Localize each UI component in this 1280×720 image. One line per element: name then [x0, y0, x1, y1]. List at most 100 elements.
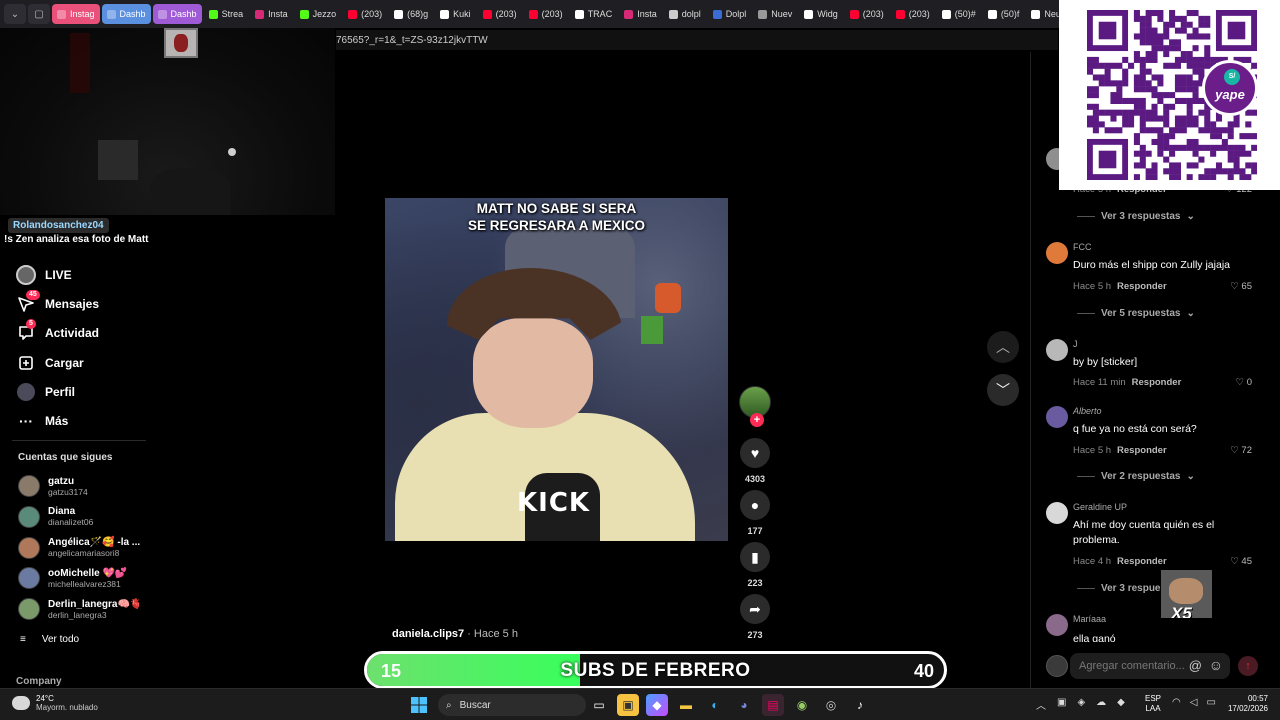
browser-tab[interactable]: (203)	[845, 4, 889, 24]
commenter-name[interactable]: Maríaaa	[1073, 614, 1106, 624]
reply-button[interactable]: Responder	[1117, 445, 1167, 456]
tab-search-button[interactable]: ⌄	[4, 4, 26, 24]
system-clock[interactable]: 00:57 17/02/2026	[1222, 694, 1268, 714]
browser-tab[interactable]: Strea	[204, 4, 249, 24]
game-icon[interactable]: ◉	[791, 694, 813, 716]
browser-tab[interactable]: (203)	[524, 4, 568, 24]
start-button[interactable]	[408, 694, 430, 716]
save-button[interactable]: ▮ 223	[738, 542, 772, 588]
video-player[interactable]: KICK MATT NO SABE SI SERA SE REGRESARA A…	[385, 198, 728, 541]
browser-tab[interactable]: Kuki	[435, 4, 476, 24]
video-author[interactable]: daniela.clips7 · Hace 5 h	[392, 628, 518, 640]
following-item[interactable]: Diana dianalizet06	[18, 505, 168, 528]
view-replies-button[interactable]: Ver 3 respuestas ⌄	[1077, 211, 1195, 222]
browser-tab[interactable]: Insta	[250, 4, 293, 24]
task-view-icon[interactable]: ▭	[588, 694, 610, 716]
previous-video-button[interactable]: ︿	[987, 331, 1019, 363]
browser-tab[interactable]: Widg	[799, 4, 843, 24]
browser-tab[interactable]: Instag	[52, 4, 100, 24]
reply-button[interactable]: Responder	[1132, 377, 1182, 388]
comment-like[interactable]: ♡ 45	[1230, 556, 1252, 567]
obs-icon[interactable]: ◎	[820, 694, 842, 716]
sidebar-item-cargar[interactable]: Cargar	[16, 348, 176, 377]
sidebar-item-mas[interactable]: ··· Más	[16, 406, 176, 435]
see-all-link[interactable]: ≡ Ver todo	[20, 634, 79, 645]
browser-tab[interactable]: dolpl	[664, 4, 706, 24]
share-button[interactable]: ➦ 273	[738, 594, 772, 640]
chevron-up-icon[interactable]: ︿	[1036, 697, 1046, 712]
commenter-name[interactable]: J	[1073, 339, 1078, 349]
browser-tab[interactable]: Jezzo	[295, 4, 342, 24]
edge-icon[interactable]: ◐	[704, 694, 726, 716]
sidebar-item-live[interactable]: LIVE	[16, 260, 176, 289]
arrow-up-icon: ↑	[1245, 660, 1251, 672]
comment-count: 177	[747, 526, 763, 536]
send-comment-button[interactable]: ↑	[1238, 656, 1258, 676]
browser-tab[interactable]: (203)	[343, 4, 387, 24]
yape-logo: S/ yape	[1202, 60, 1258, 116]
commenter-avatar[interactable]	[1046, 242, 1068, 264]
address-bar[interactable]: 76565?_r=1&_t=ZS-93z12jkvTTW	[336, 30, 1058, 50]
mention-icon[interactable]: @	[1189, 658, 1202, 673]
following-item[interactable]: Derlin_lanegra🧠🫀 derlin_lanegra3	[18, 598, 168, 621]
next-video-button[interactable]: ﹀	[987, 374, 1019, 406]
browser-tab[interactable]: Dashb	[101, 4, 151, 24]
commenter-avatar[interactable]	[1046, 406, 1068, 428]
following-handle: gatzu3174	[48, 486, 88, 497]
following-item[interactable]: gatzu gatzu3174	[18, 475, 168, 497]
app-tray-icon[interactable]: ▣	[1057, 697, 1066, 712]
comment-time: Hace 4 h	[1073, 556, 1112, 567]
browser-tab[interactable]: (203)	[478, 4, 522, 24]
browser-tab[interactable]: (50)#	[937, 4, 981, 24]
taskbar-search[interactable]: ⌕ Buscar	[438, 694, 586, 716]
reply-button[interactable]: Responder	[1117, 556, 1167, 567]
folder-icon[interactable]: ▬	[675, 694, 697, 716]
browser-tab[interactable]: (68)g	[389, 4, 433, 24]
browser-tab[interactable]: TRAC	[570, 4, 618, 24]
company-link[interactable]: Company	[16, 676, 62, 687]
comment-input[interactable]: Agregar comentario... @ ☺	[1070, 653, 1230, 679]
view-replies-button[interactable]: Ver 5 respuestas ⌄	[1077, 308, 1195, 319]
tray-icon[interactable]: ◆	[1117, 697, 1125, 712]
commenter-name[interactable]: FCC	[1073, 242, 1092, 252]
creator-avatar[interactable]: +	[739, 386, 771, 427]
browser-tab[interactable]: (203)	[891, 4, 935, 24]
commenter-name[interactable]: Alberto	[1073, 406, 1102, 416]
browser-tab[interactable]: Insta	[619, 4, 662, 24]
commenter-avatar[interactable]	[1046, 339, 1068, 361]
live-avatar-icon	[16, 264, 36, 285]
browser-tab[interactable]: (50)f	[983, 4, 1025, 24]
comment-like[interactable]: ♡ 0	[1236, 377, 1252, 388]
following-item[interactable]: ooMichelle 💖💕 michellealvarez381	[18, 567, 168, 590]
reply-button[interactable]: Responder	[1117, 281, 1167, 292]
browser-tab[interactable]: Nuev	[753, 4, 797, 24]
discord-icon[interactable]: ◕	[733, 694, 755, 716]
tiktok-icon[interactable]: ♪	[849, 694, 871, 716]
like-button[interactable]: ♥ 4303	[738, 438, 772, 484]
tab-label: Strea	[221, 9, 244, 19]
browser-tab[interactable]: Dolpl	[708, 4, 752, 24]
sidebar-item-actividad[interactable]: 5 Actividad	[16, 319, 176, 348]
sidebar-item-perfil[interactable]: Perfil	[16, 377, 176, 406]
quick-settings[interactable]: ◠ ◁ ▭	[1172, 697, 1216, 708]
comment-button[interactable]: ● 177	[738, 490, 772, 536]
app-tray-icon[interactable]: ◈	[1077, 697, 1085, 712]
commenter-avatar[interactable]	[1046, 614, 1068, 636]
following-item[interactable]: Angélica🪄🥰 -la ... angelicamariasori8	[18, 536, 168, 559]
copilot-icon[interactable]: ◆	[646, 694, 668, 716]
view-replies-button[interactable]: Ver 2 respuestas ⌄	[1077, 471, 1195, 482]
follow-plus-icon[interactable]: +	[750, 413, 764, 427]
input-language[interactable]: ESP LAA	[1145, 694, 1161, 714]
commenter-avatar[interactable]	[1046, 502, 1068, 524]
emoji-icon[interactable]: ☺	[1209, 657, 1223, 673]
comment-like[interactable]: ♡ 72	[1230, 445, 1252, 456]
cloud-tray-icon[interactable]: ☁	[1096, 697, 1106, 712]
obs-clip-icon[interactable]: ▤	[762, 694, 784, 716]
weather-widget[interactable]: 24°C Mayorm. nublado	[12, 694, 98, 712]
browser-tab[interactable]: Dashb	[152, 4, 202, 24]
sidebar-item-mensajes[interactable]: 45 Mensajes	[16, 289, 176, 318]
comment-like[interactable]: ♡ 65	[1230, 281, 1252, 292]
tab-groups-button[interactable]: ▢	[28, 4, 50, 24]
commenter-name[interactable]: Geraldine UP	[1073, 502, 1127, 512]
store-icon[interactable]: ▣	[617, 694, 639, 716]
